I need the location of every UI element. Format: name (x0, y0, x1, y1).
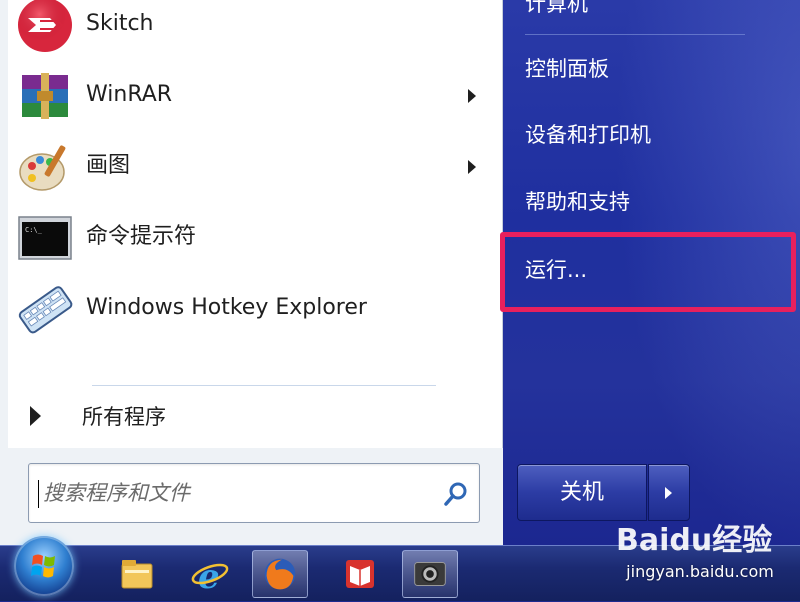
svg-text:e: e (198, 557, 220, 597)
program-label: WinRAR (86, 82, 173, 107)
reader-icon (346, 560, 374, 588)
text-caret (38, 480, 39, 508)
program-label: Windows Hotkey Explorer (86, 295, 367, 320)
submenu-arrow-icon (468, 160, 476, 174)
arrow-right-icon (30, 406, 41, 426)
right-item-help-support[interactable]: 帮助和支持 (517, 180, 787, 224)
right-item-control-panel[interactable]: 控制面板 (517, 47, 787, 91)
program-label: Skitch (86, 11, 154, 36)
program-item-paint[interactable]: 画图 (8, 132, 494, 200)
baidu-watermark: Baidu经验 jingyan.baidu.com (610, 512, 790, 592)
start-orb-icon[interactable] (14, 536, 74, 596)
program-item-winrar[interactable]: WinRAR (8, 61, 494, 129)
submenu-arrow-icon (468, 89, 476, 103)
right-item-label: 设备和打印机 (525, 123, 651, 147)
list-divider (92, 385, 436, 386)
program-list: Skitch WinRAR 画图 C:\_ 命令提示符 Windows Hotk… (8, 0, 503, 448)
right-item-label: 帮助和支持 (525, 190, 630, 214)
right-divider (525, 34, 745, 35)
all-programs-button[interactable]: 所有程序 (8, 394, 494, 440)
paint-icon (19, 145, 66, 191)
program-item-skitch[interactable]: Skitch (8, 0, 494, 58)
watermark-url: jingyan.baidu.com (626, 562, 774, 581)
winrar-icon (22, 73, 68, 119)
ie-icon: e (191, 557, 229, 597)
all-programs-label: 所有程序 (82, 405, 166, 429)
taskbar-camera[interactable] (402, 550, 458, 598)
watermark-text: Baidu经验 (616, 523, 772, 558)
baidu-logo-icon: Baidu经验 (616, 523, 772, 558)
skitch-icon (18, 0, 72, 52)
program-label: 命令提示符 (86, 224, 197, 249)
search-icon[interactable] (443, 481, 469, 507)
right-item-computer[interactable]: 计算机 (517, 0, 787, 26)
program-item-hotkey-explorer[interactable]: Windows Hotkey Explorer (8, 274, 494, 342)
search-box[interactable] (28, 463, 480, 523)
keyboard-icon (18, 286, 73, 334)
explorer-icon (121, 560, 153, 589)
camera-icon (414, 562, 446, 586)
firefox-icon (264, 558, 296, 590)
cmd-icon: C:\_ (18, 216, 72, 260)
program-label: 画图 (86, 153, 131, 178)
shutdown-label: 关机 (559, 480, 604, 505)
highlight-annotation-box (500, 232, 796, 312)
taskbar-firefox[interactable] (252, 550, 308, 598)
right-item-label: 控制面板 (525, 57, 609, 81)
taskbar-ie[interactable]: e (182, 550, 238, 598)
windows-logo-icon (31, 554, 55, 578)
start-menu-left-pane: Skitch WinRAR 画图 C:\_ 命令提示符 Windows Hotk… (0, 0, 503, 545)
search-input[interactable] (43, 464, 433, 522)
right-item-label: 计算机 (525, 0, 588, 16)
svg-text:C:\_: C:\_ (25, 226, 43, 234)
taskbar-explorer[interactable] (108, 550, 164, 598)
taskbar-reader[interactable] (332, 550, 388, 598)
program-item-cmd[interactable]: C:\_ 命令提示符 (8, 203, 494, 271)
arrow-right-icon (665, 487, 672, 499)
right-item-devices-printers[interactable]: 设备和打印机 (517, 113, 787, 157)
